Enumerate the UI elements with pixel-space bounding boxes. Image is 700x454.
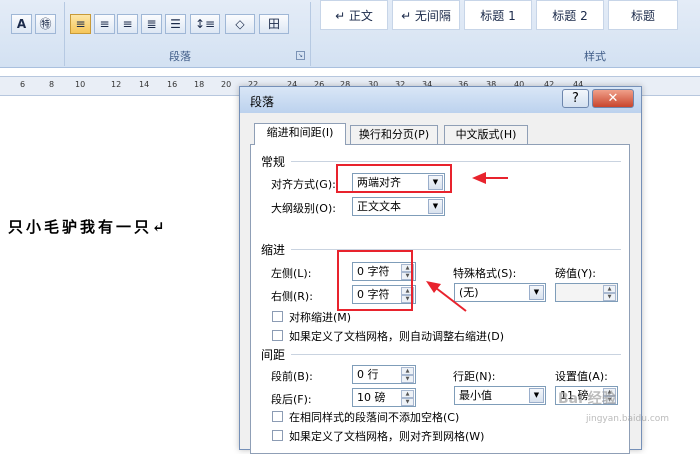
watermark-url: jingyan.baidu.com <box>586 414 670 424</box>
annotation-arrow-head <box>472 172 486 184</box>
watermark-logo: Bai 经验 <box>558 391 616 407</box>
annotation-arrows <box>426 172 508 312</box>
annotation-arrow-line <box>435 287 467 312</box>
tab-indents-spacing[interactable]: 缩进和间距(I) <box>254 123 346 145</box>
